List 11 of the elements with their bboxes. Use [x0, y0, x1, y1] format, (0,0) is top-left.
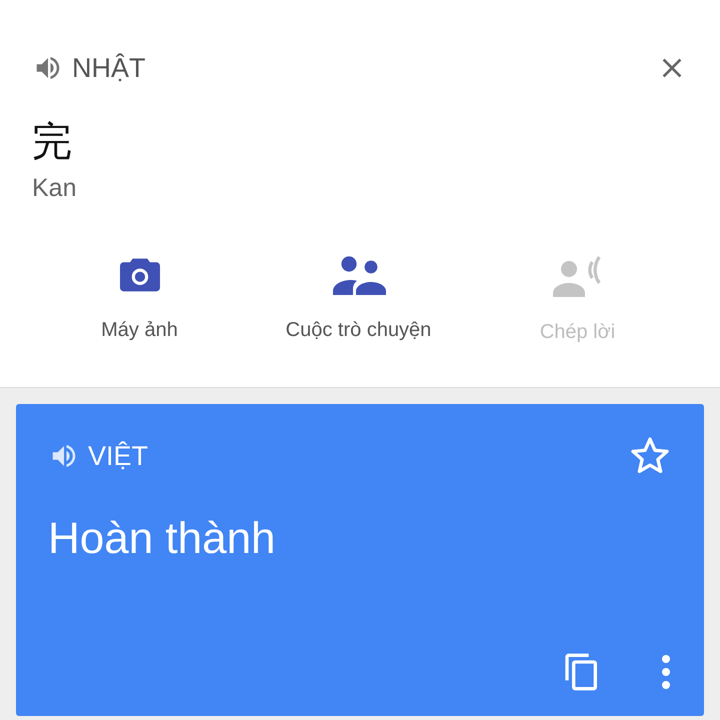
target-language: VIỆT	[88, 440, 148, 472]
people-icon	[330, 255, 386, 295]
more-button[interactable]	[660, 654, 672, 690]
person-speaking-icon	[552, 255, 602, 297]
translation-text: Hoàn thành	[48, 514, 276, 564]
more-icon	[660, 654, 672, 690]
source-language: NHẬT	[72, 52, 146, 84]
romanization-text: Kan	[32, 174, 76, 203]
source-text: 完	[32, 119, 72, 166]
action-button[interactable]: Máy ảnh	[30, 247, 249, 352]
action-button[interactable]: Cuộc trò chuyện	[249, 247, 468, 352]
